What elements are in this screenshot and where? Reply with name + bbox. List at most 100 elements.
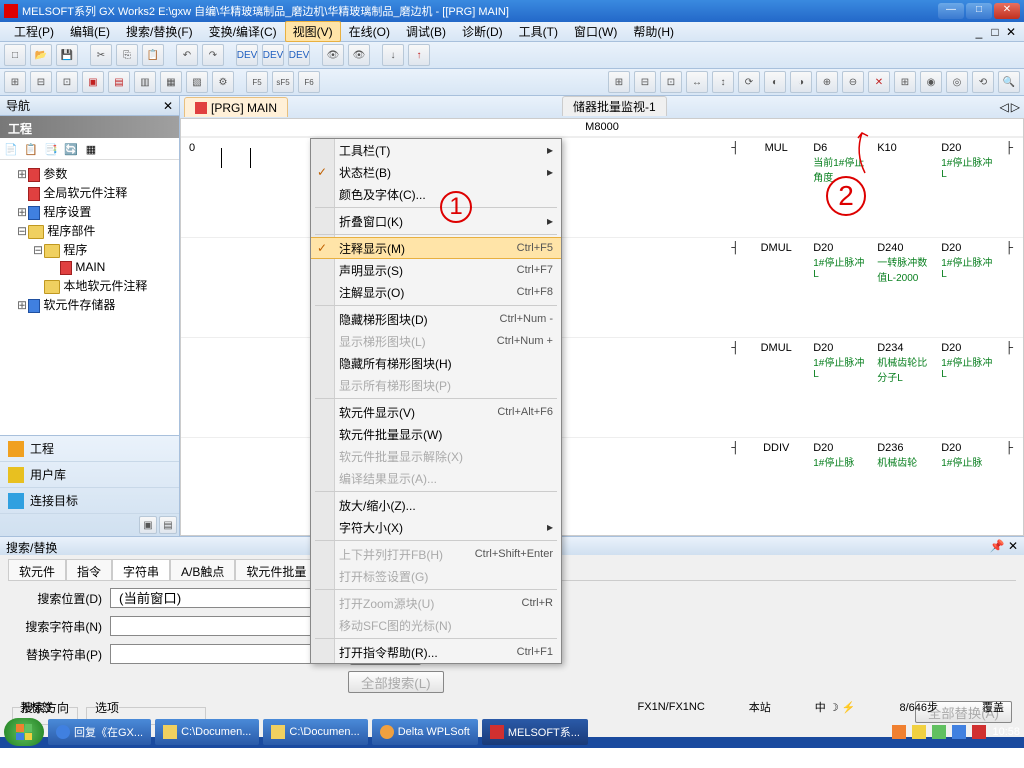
save-icon[interactable]: 💾	[56, 44, 78, 66]
tray-icon-3[interactable]	[932, 725, 946, 739]
navtb-2-icon[interactable]: 📋	[22, 140, 40, 158]
menu-debug[interactable]: 调试(B)	[398, 21, 454, 42]
searchtab-instruction[interactable]: 指令	[66, 559, 112, 580]
undo-icon[interactable]: ↶	[176, 44, 198, 66]
new-icon[interactable]: □	[4, 44, 26, 66]
tray-icon-2[interactable]	[912, 725, 926, 739]
dropdown-item-9[interactable]: 隐藏所有梯形图块(H)	[311, 352, 561, 374]
tree-params[interactable]: ⊞ 参数	[0, 164, 179, 183]
tb2r-11-icon[interactable]: ✕	[868, 71, 890, 93]
dropdown-item-21[interactable]: 打开指令帮助(R)...Ctrl+F1	[311, 641, 561, 663]
tb2r-1-icon[interactable]: ⊞	[608, 71, 630, 93]
dropdown-item-1[interactable]: ✓状态栏(B)▸	[311, 161, 561, 183]
searchtab-device[interactable]: 软元件	[8, 559, 66, 580]
menu-view[interactable]: 视图(V)	[285, 21, 341, 42]
dropdown-item-2[interactable]: 颜色及字体(C)...	[311, 183, 561, 205]
tb2-1-icon[interactable]: ⊞	[4, 71, 26, 93]
replace-string-input[interactable]	[110, 644, 320, 664]
taskbar-item-3[interactable]: C:\Documen...	[263, 719, 367, 745]
menu-edit[interactable]: 编辑(E)	[62, 21, 118, 42]
dropdown-item-16[interactable]: 字符大小(X)▸	[311, 516, 561, 538]
tb2r-10-icon[interactable]: ⊖	[842, 71, 864, 93]
side-project-button[interactable]: 工程	[0, 436, 179, 462]
tray-icon-4[interactable]	[952, 725, 966, 739]
tree-main[interactable]: MAIN	[0, 259, 179, 276]
contact-m8000[interactable]	[221, 148, 251, 168]
cut-icon[interactable]: ✂	[90, 44, 112, 66]
menu-project[interactable]: 工程(P)	[6, 21, 62, 42]
taskbar-item-2[interactable]: C:\Documen...	[155, 719, 259, 745]
copy-icon[interactable]: ⎘	[116, 44, 138, 66]
tab-watch[interactable]: 储器批量监视-1	[562, 96, 667, 116]
tb2-5-icon[interactable]: ▤	[108, 71, 130, 93]
tb2r-6-icon[interactable]: ⟳	[738, 71, 760, 93]
taskbar-item-1[interactable]: 回复《在GX...	[48, 719, 151, 745]
dropdown-item-5[interactable]: 声明显示(S)Ctrl+F7	[311, 259, 561, 281]
start-button[interactable]	[4, 718, 44, 746]
tb2r-14-icon[interactable]: ◎	[946, 71, 968, 93]
monitor-icon[interactable]: 👁	[322, 44, 344, 66]
dropdown-item-7[interactable]: 隐藏梯形图块(D)Ctrl+Num -	[311, 308, 561, 330]
tb2r-5-icon[interactable]: ↕	[712, 71, 734, 93]
tabnav-left-icon[interactable]: ◁	[1000, 100, 1009, 114]
tb2-4-icon[interactable]: ▣	[82, 71, 104, 93]
menu-help[interactable]: 帮助(H)	[625, 21, 682, 42]
menu-find[interactable]: 搜索/替换(F)	[118, 21, 201, 42]
searchtab-ab[interactable]: A/B触点	[170, 559, 235, 580]
tb2r-13-icon[interactable]: ◉	[920, 71, 942, 93]
mdi-max-icon[interactable]: □	[988, 25, 1002, 39]
side-connection-button[interactable]: 连接目标	[0, 488, 179, 514]
tb2r-4-icon[interactable]: ↔	[686, 71, 708, 93]
tab-prg-main[interactable]: [PRG] MAIN	[184, 97, 288, 117]
navtb-4-icon[interactable]: 🔄	[62, 140, 80, 158]
open-icon[interactable]: 📂	[30, 44, 52, 66]
tb2-7-icon[interactable]: ▦	[160, 71, 182, 93]
taskbar-item-4[interactable]: Delta WPLSoft	[372, 719, 478, 745]
dropdown-item-0[interactable]: 工具栏(T)▸	[311, 139, 561, 161]
maximize-button[interactable]: □	[966, 3, 992, 19]
tb2-8-icon[interactable]: ▧	[186, 71, 208, 93]
f5-icon[interactable]: F5	[246, 71, 268, 93]
tb2r-16-icon[interactable]: 🔍	[998, 71, 1020, 93]
navtb-5-icon[interactable]: ▦	[82, 140, 100, 158]
tree-global-comments[interactable]: 全局软元件注释	[0, 183, 179, 202]
tb2r-3-icon[interactable]: ⊡	[660, 71, 682, 93]
menu-diag[interactable]: 诊断(D)	[454, 21, 511, 42]
tb2-2-icon[interactable]: ⊟	[30, 71, 52, 93]
sidestrip-1-icon[interactable]: ▣	[139, 516, 157, 534]
tb2r-7-icon[interactable]: ◐	[764, 71, 786, 93]
monitor2-icon[interactable]: 👁	[348, 44, 370, 66]
search-string-input[interactable]	[110, 616, 320, 636]
tb2r-8-icon[interactable]: ◑	[790, 71, 812, 93]
side-userlib-button[interactable]: 用户库	[0, 462, 179, 488]
dropdown-item-3[interactable]: 折叠窗口(K)▸	[311, 210, 561, 232]
search-all-button[interactable]: 全部搜索(L)	[348, 671, 444, 693]
redo-icon[interactable]: ↷	[202, 44, 224, 66]
sidestrip-2-icon[interactable]: ▤	[159, 516, 177, 534]
tray-icon-1[interactable]	[892, 725, 906, 739]
tabnav-right-icon[interactable]: ▷	[1011, 100, 1020, 114]
dropdown-item-11[interactable]: 软元件显示(V)Ctrl+Alt+F6	[311, 401, 561, 423]
dev2-icon[interactable]: DEV	[262, 44, 284, 66]
navtb-3-icon[interactable]: 📑	[42, 140, 60, 158]
tray-icon-5[interactable]	[972, 725, 986, 739]
menu-tools[interactable]: 工具(T)	[511, 21, 566, 42]
dev3-icon[interactable]: DEV	[288, 44, 310, 66]
dev-icon[interactable]: DEV	[236, 44, 258, 66]
tree-local-comments[interactable]: 本地软元件注释	[0, 276, 179, 295]
searchtab-string[interactable]: 字符串	[112, 559, 170, 580]
mdi-close-icon[interactable]: ✕	[1004, 25, 1018, 39]
nav-close-icon[interactable]: ✕	[163, 99, 173, 113]
dropdown-item-12[interactable]: 软元件批量显示(W)	[311, 423, 561, 445]
tb2r-12-icon[interactable]: ⊞	[894, 71, 916, 93]
tree-prog-parts[interactable]: ⊟ 程序部件	[0, 221, 179, 240]
dropdown-item-4[interactable]: ✓注释显示(M)Ctrl+F5	[311, 237, 561, 259]
paste-icon[interactable]: 📋	[142, 44, 164, 66]
tb2r-9-icon[interactable]: ⊕	[816, 71, 838, 93]
navtb-1-icon[interactable]: 📄	[2, 140, 20, 158]
taskbar-item-5[interactable]: MELSOFT系...	[482, 719, 588, 745]
tb2-3-icon[interactable]: ⊡	[56, 71, 78, 93]
mdi-min-icon[interactable]: _	[972, 25, 986, 39]
tree-prog-settings[interactable]: ⊞ 程序设置	[0, 202, 179, 221]
ladder-editor[interactable]: M8000 0 ┤ MUL D6当前1#停止角度 K10 D201#停止脉冲L …	[180, 118, 1024, 536]
